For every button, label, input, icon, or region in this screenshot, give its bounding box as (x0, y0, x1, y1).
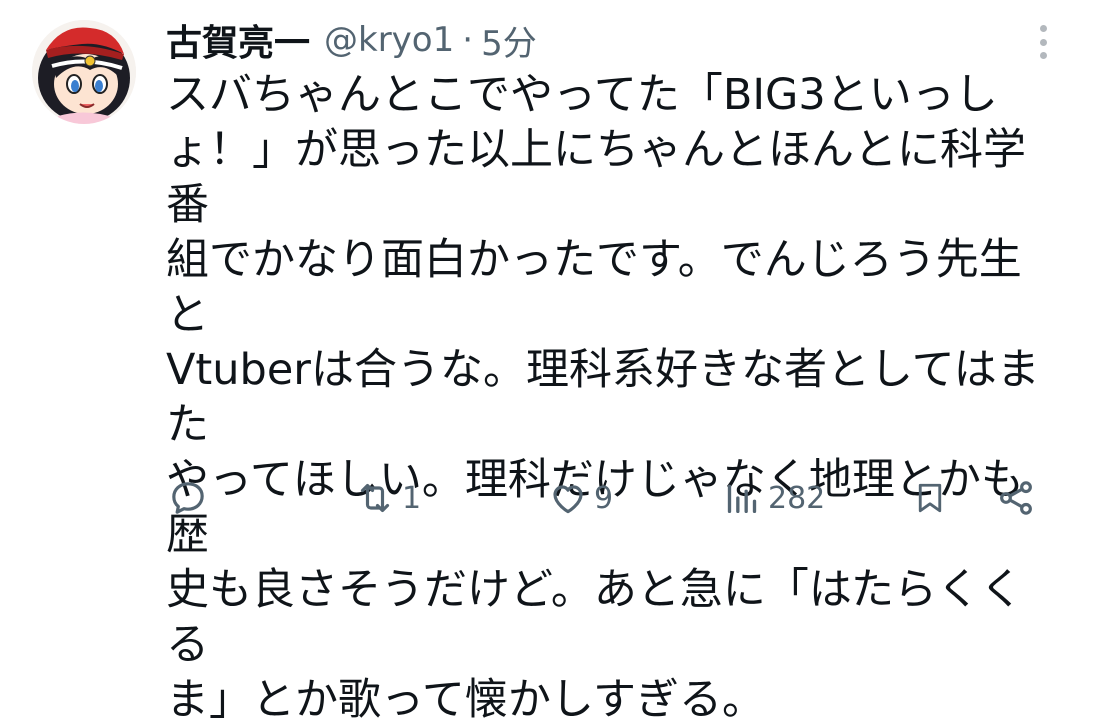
separator: · (462, 20, 474, 60)
heart-icon (553, 485, 583, 514)
user-handle[interactable]: @kryo1 (324, 20, 454, 60)
action-bar: 1 9 282 (0, 470, 1096, 526)
views-count: 282 (768, 480, 826, 516)
retweet-button[interactable]: 1 (354, 470, 421, 526)
more-options-icon[interactable] (1026, 22, 1060, 62)
like-button[interactable]: 9 (548, 470, 613, 526)
views-chart-icon (727, 484, 757, 513)
tweet-header: 古賀亮一 @kryo1 · 5分 (166, 14, 537, 66)
share-button[interactable] (996, 470, 1036, 526)
avatar-image (32, 20, 136, 124)
views-button[interactable]: 282 (722, 470, 825, 526)
tweet[interactable]: 古賀亮一 @kryo1 · 5分 スバちゃんとこでやってた「BIG3といっし ょ… (0, 0, 1096, 725)
tweet-text: スバちゃんとこでやってた「BIG3といっし ょ！」が思った以上にちゃんとほんとに… (166, 70, 1040, 725)
retweet-count: 1 (402, 480, 422, 516)
bookmark-button[interactable] (912, 470, 948, 526)
display-name[interactable]: 古賀亮一 (166, 14, 310, 66)
reply-button[interactable] (168, 470, 208, 526)
timestamp[interactable]: 5分 (481, 16, 537, 65)
avatar[interactable] (32, 20, 136, 124)
bookmark-icon (918, 483, 942, 513)
reply-icon (172, 482, 204, 514)
like-count: 9 (594, 480, 614, 516)
retweet-icon (360, 483, 390, 513)
share-icon (1000, 481, 1032, 515)
